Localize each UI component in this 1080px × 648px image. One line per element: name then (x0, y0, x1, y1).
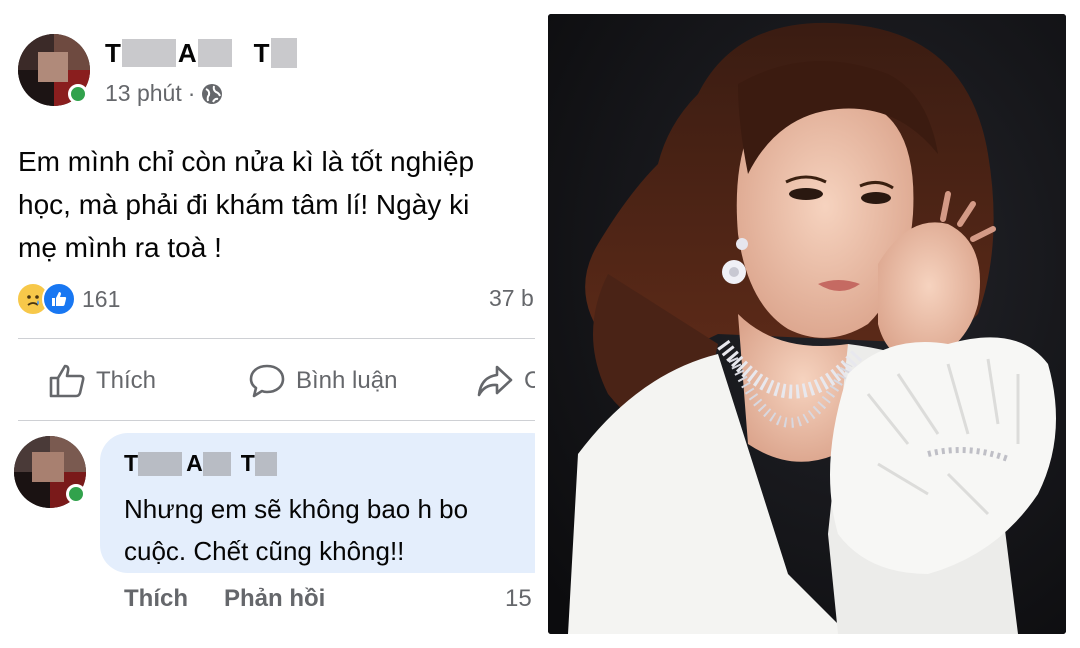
comment-count[interactable]: 37 b (489, 285, 534, 312)
like-reaction-icon (42, 282, 76, 316)
blurred-name-segment (254, 451, 277, 476)
post-text-line: mẹ mình ra toà ! (18, 232, 222, 263)
like-label: Thích (96, 367, 157, 394)
comment-text-line: Nhưng em sẽ không bao h bo (124, 494, 469, 524)
blurred-name-segment (197, 39, 232, 67)
blurred-name-segment (121, 39, 176, 67)
blurred-name-segment (270, 38, 297, 68)
post-meta: 13 phút · (105, 80, 223, 107)
author-name-part: T (240, 450, 255, 476)
facebook-post-panel: T A T 13 phút · Em mình chỉ còn nửa kì l… (0, 0, 535, 648)
divider (18, 338, 535, 339)
author-name-part: T (124, 450, 139, 476)
thumbs-up-icon (48, 363, 86, 399)
portrait-photo (548, 14, 1066, 634)
like-button[interactable]: Thích (48, 360, 156, 402)
author-name-part: A (186, 450, 203, 476)
post-text-line: Em mình chỉ còn nửa kì là tốt nghiệp (18, 146, 475, 177)
reactions-summary[interactable]: 161 (16, 282, 120, 316)
post-body: Em mình chỉ còn nửa kì là tốt nghiệp học… (18, 140, 474, 269)
post-text-line: học, mà phải đi khám tâm lí! Ngày ki (18, 189, 470, 220)
author-name-part: A (177, 37, 198, 68)
comment-author-name[interactable]: T A T (124, 450, 277, 477)
share-label: C (524, 367, 535, 394)
comment-button[interactable]: Bình luận (248, 360, 397, 402)
comment-time[interactable]: 15 (505, 585, 532, 613)
globe-icon (201, 83, 223, 105)
speech-bubble-icon (248, 363, 286, 399)
online-status-dot (68, 84, 88, 104)
reaction-count: 161 (82, 285, 121, 312)
comment-actions: Thích Phản hồi (124, 585, 325, 613)
blurred-name-segment (202, 451, 231, 476)
comment-label: Bình luận (296, 367, 398, 394)
author-name-part: T (105, 37, 122, 68)
meta-separator: · (187, 80, 196, 106)
divider (18, 420, 535, 421)
share-button[interactable]: C (476, 360, 535, 402)
comment-reply-button[interactable]: Phản hồi (224, 585, 325, 613)
share-arrow-icon (476, 363, 514, 399)
online-status-dot (66, 484, 86, 504)
post-time[interactable]: 13 phút (105, 80, 182, 107)
post-author-name[interactable]: T A T (105, 38, 297, 68)
blurred-name-segment (138, 451, 183, 476)
author-name-part: T (253, 37, 271, 68)
portrait-illustration (548, 14, 1066, 634)
comment-like-button[interactable]: Thích (124, 585, 188, 613)
comment-text: Nhưng em sẽ không bao h bo cuộc. Chết cũ… (124, 488, 468, 572)
comment-text-line: cuộc. Chết cũng không!! (124, 536, 405, 566)
